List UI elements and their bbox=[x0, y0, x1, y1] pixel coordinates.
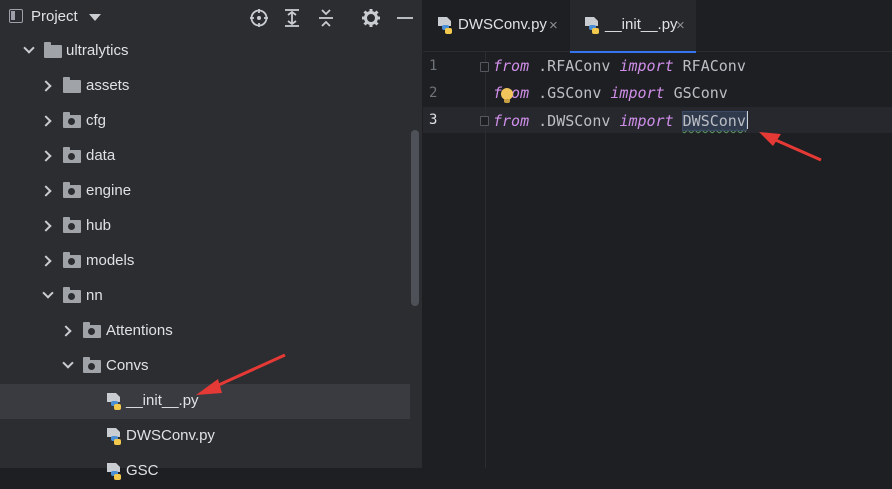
code-line-3[interactable]: from .DWSConv import DWSConv bbox=[493, 111, 748, 131]
tree-item-dwsconv-py[interactable]: DWSConv.py bbox=[0, 419, 410, 454]
tree-item-label: hub bbox=[86, 217, 112, 234]
tree-item-gsc[interactable]: GSC bbox=[0, 454, 410, 489]
python-file-icon bbox=[107, 428, 121, 445]
package-folder-icon bbox=[63, 182, 81, 198]
tree-item-label: models bbox=[86, 252, 135, 269]
fold-gutter-line bbox=[485, 52, 486, 468]
locate-icon[interactable] bbox=[249, 8, 269, 28]
keyword-import: import bbox=[610, 84, 665, 102]
chevron-down-icon[interactable] bbox=[89, 14, 101, 21]
package-folder-icon bbox=[63, 252, 81, 268]
collapse-all-icon[interactable] bbox=[316, 8, 336, 28]
tree-item-label: cfg bbox=[86, 112, 107, 129]
package-folder-icon bbox=[63, 217, 81, 233]
folder-icon bbox=[63, 77, 81, 93]
package-folder-icon bbox=[63, 147, 81, 163]
chevron-down-icon[interactable] bbox=[62, 357, 74, 369]
chevron-right-icon[interactable] bbox=[40, 220, 52, 232]
chevron-down-icon[interactable] bbox=[23, 42, 35, 54]
minimize-icon[interactable] bbox=[395, 8, 415, 28]
python-file-icon bbox=[107, 463, 121, 480]
chevron-right-icon[interactable] bbox=[60, 325, 72, 337]
tree-item-label: ultralytics bbox=[66, 42, 129, 59]
line-number: 2 bbox=[429, 85, 438, 101]
project-panel-header: Project bbox=[0, 0, 422, 34]
settings-icon[interactable] bbox=[361, 8, 381, 28]
close-icon[interactable]: × bbox=[549, 17, 558, 34]
code-line-2[interactable]: from .GSConv import GSConv bbox=[493, 84, 728, 102]
editor-panel: DWSConv.py × __init__.py × 1 2 3 from .R… bbox=[423, 0, 892, 468]
chevron-down-icon[interactable] bbox=[42, 287, 54, 299]
python-file-icon bbox=[585, 17, 599, 34]
tree-item-label: nn bbox=[86, 287, 103, 304]
line-number: 1 bbox=[429, 58, 438, 74]
chevron-right-icon[interactable] bbox=[40, 255, 52, 267]
folder-icon bbox=[44, 42, 62, 58]
tree-item-cfg[interactable]: cfg bbox=[0, 104, 410, 139]
active-tab-indicator bbox=[570, 51, 696, 53]
keyword-from: from bbox=[493, 112, 530, 130]
package-folder-icon bbox=[63, 112, 81, 128]
project-panel-icon bbox=[9, 9, 23, 23]
tab-label: __init__.py bbox=[605, 16, 678, 33]
tree-item-label: engine bbox=[86, 182, 132, 199]
python-file-icon bbox=[107, 393, 121, 410]
package-folder-icon bbox=[63, 287, 81, 303]
tab-label: DWSConv.py bbox=[458, 16, 547, 33]
package-folder-icon bbox=[83, 322, 101, 338]
imported-name: RFAConv bbox=[682, 57, 746, 75]
tree-item-engine[interactable]: engine bbox=[0, 174, 410, 209]
expand-all-icon[interactable] bbox=[282, 8, 302, 28]
chevron-right-icon[interactable] bbox=[40, 150, 52, 162]
keyword-import: import bbox=[619, 112, 674, 130]
tree-item-label: DWSConv.py bbox=[126, 427, 215, 444]
tree-item-assets[interactable]: assets bbox=[0, 69, 410, 104]
tree-item-ultralytics[interactable]: ultralytics bbox=[0, 34, 410, 69]
fold-marker-icon[interactable] bbox=[480, 116, 489, 126]
tree-item-data[interactable]: data bbox=[0, 139, 410, 174]
annotation-arrow bbox=[759, 132, 822, 162]
tree-item-models[interactable]: models bbox=[0, 244, 410, 279]
line-number: 3 bbox=[429, 112, 438, 128]
project-panel: Project ultralytics assets cfg data engi… bbox=[0, 0, 422, 480]
package-folder-icon bbox=[83, 357, 101, 373]
line-number-gutter[interactable]: 1 2 3 bbox=[423, 52, 487, 468]
module-name: .RFAConv bbox=[529, 57, 620, 75]
tab-dwsconv-py[interactable]: DWSConv.py × bbox=[423, 0, 569, 52]
close-icon[interactable]: × bbox=[676, 17, 685, 34]
annotation-arrow bbox=[196, 353, 286, 395]
tree-item-label: Attentions bbox=[106, 322, 173, 339]
imported-name: GSConv bbox=[673, 84, 728, 102]
tree-item-label: Convs bbox=[106, 357, 149, 374]
tree-item-attentions[interactable]: Attentions bbox=[0, 314, 410, 349]
project-scrollbar[interactable] bbox=[411, 130, 419, 306]
project-view-title[interactable]: Project bbox=[31, 8, 78, 25]
tree-item-label: assets bbox=[86, 77, 130, 94]
module-name: .DWSConv bbox=[529, 112, 620, 130]
code-line-1[interactable]: from .RFAConv import RFAConv bbox=[493, 57, 746, 75]
module-name: .GSConv bbox=[529, 84, 611, 102]
tree-item-label: __init__.py bbox=[126, 392, 199, 409]
tree-item-label: data bbox=[86, 147, 116, 164]
keyword-import: import bbox=[619, 57, 674, 75]
tree-item-hub[interactable]: hub bbox=[0, 209, 410, 244]
imported-name-selected: DWSConv bbox=[681, 111, 747, 131]
fold-marker-icon[interactable] bbox=[480, 62, 489, 72]
lightbulb-icon[interactable] bbox=[501, 88, 513, 103]
python-file-icon bbox=[438, 17, 452, 34]
tree-item-nn[interactable]: nn bbox=[0, 279, 410, 314]
keyword-from: from bbox=[493, 57, 530, 75]
chevron-right-icon[interactable] bbox=[40, 115, 52, 127]
chevron-right-icon[interactable] bbox=[40, 185, 52, 197]
editor-tab-bar: DWSConv.py × __init__.py × bbox=[423, 0, 892, 53]
tab-init-py[interactable]: __init__.py × bbox=[570, 0, 696, 53]
tree-item-label: GSC bbox=[126, 462, 159, 479]
text-caret bbox=[745, 111, 748, 129]
chevron-right-icon[interactable] bbox=[40, 80, 52, 92]
